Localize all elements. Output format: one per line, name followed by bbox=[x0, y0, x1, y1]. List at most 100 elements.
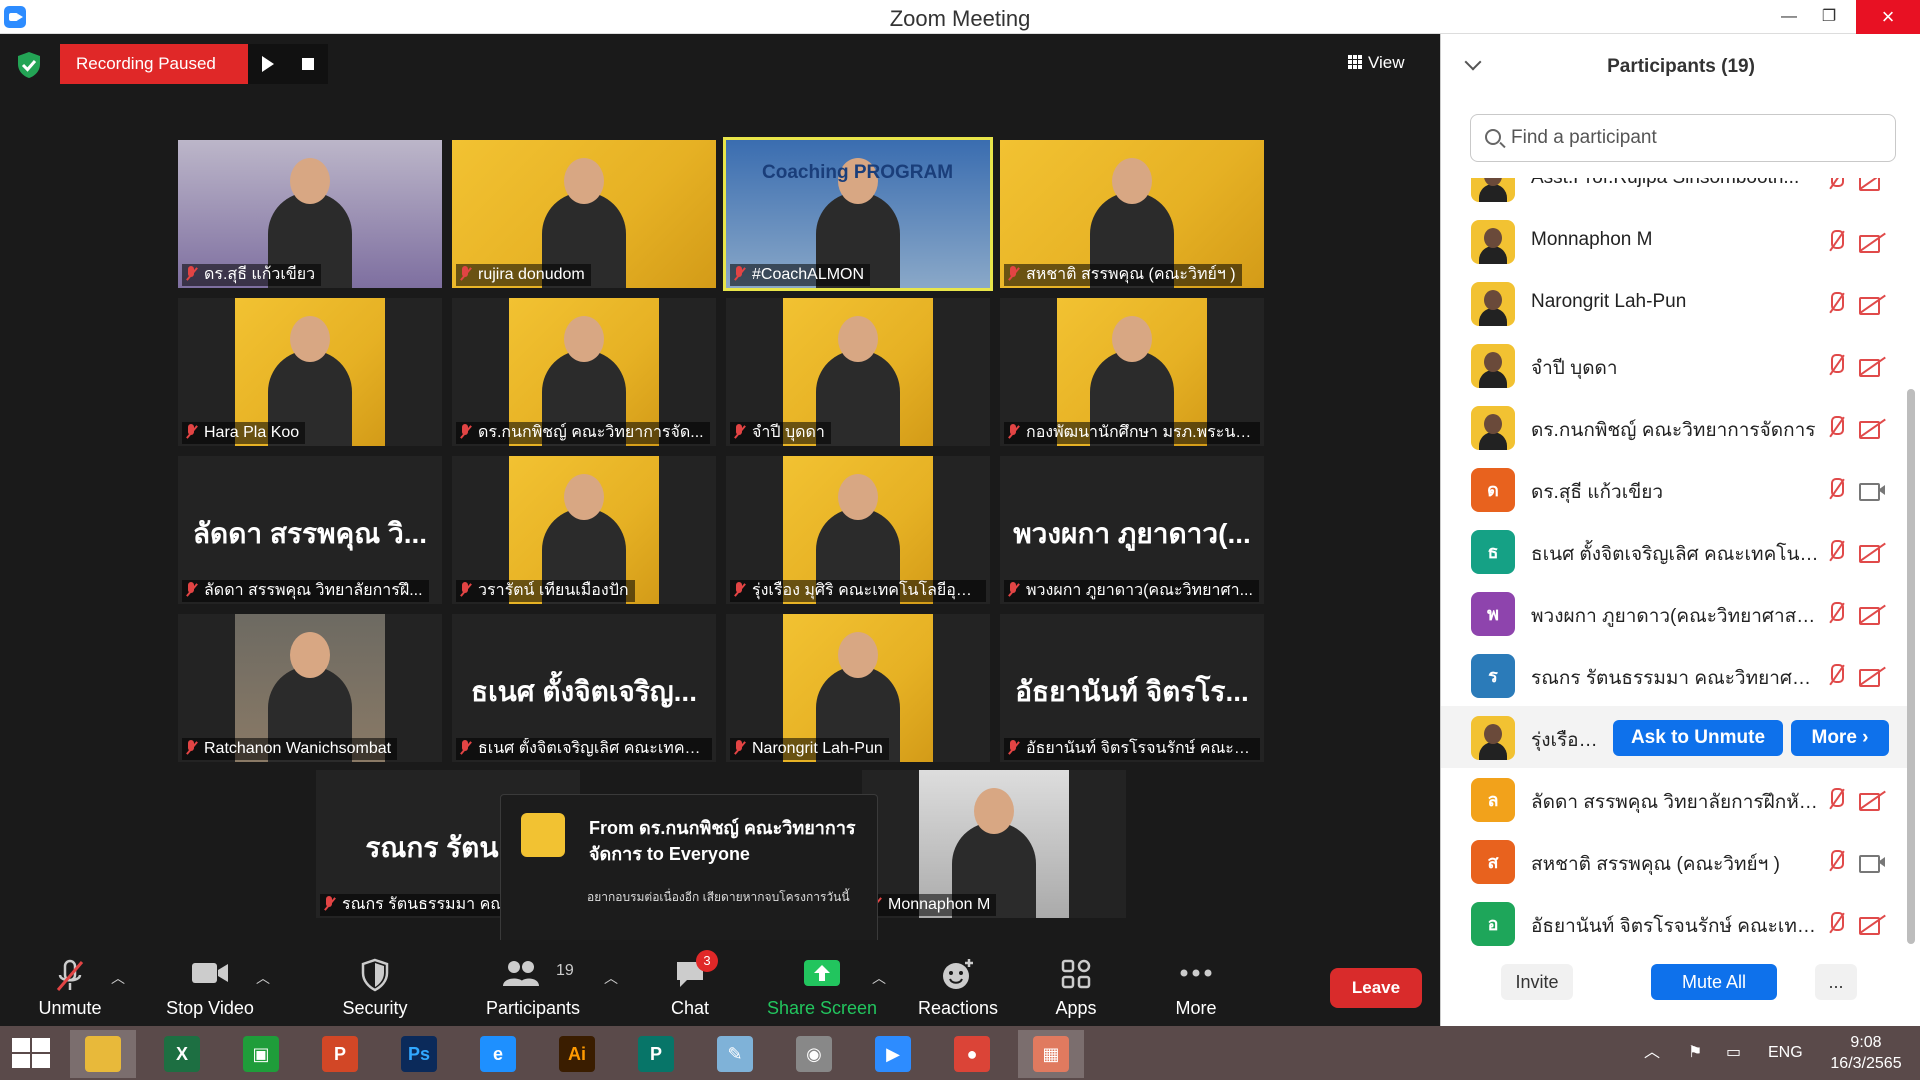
display-icon[interactable]: ▭ bbox=[1726, 1026, 1741, 1080]
tile-name-label: รณกร รัตนธรรมมา คณ bbox=[320, 894, 512, 916]
internet-explorer-glyph: e bbox=[480, 1036, 516, 1072]
video-off-icon bbox=[1859, 666, 1885, 687]
taskbar-internet-explorer-icon[interactable]: e bbox=[465, 1030, 531, 1078]
view-button[interactable]: View bbox=[1348, 48, 1428, 78]
participants-options-caret[interactable]: ︿ bbox=[604, 968, 618, 988]
apps-button[interactable]: Apps bbox=[1036, 940, 1116, 1026]
sender-avatar bbox=[521, 813, 565, 857]
resume-recording-button[interactable] bbox=[248, 44, 288, 84]
participant-list[interactable]: Asst.Prof.Rujipa Sinsombooth... Monnaphon… bbox=[1441, 178, 1907, 978]
participant-row[interactable]: ดร.กนกพิชญ์ คณะวิทยาการจัดการ bbox=[1441, 396, 1907, 458]
video-tile[interactable]: ธเนศ ตั้งจิตเจริญ... ธเนศ ตั้งจิตเจริญเลิ… bbox=[452, 614, 716, 762]
reactions-button[interactable]: Reactions bbox=[910, 940, 1006, 1026]
video-tile[interactable]: รุ่งเรือง มุศิริ คณะเทคโนโลยีอุตส... bbox=[726, 456, 990, 604]
participant-row[interactable]: อ อัธยานันท์ จิตรโรจนรักษ์ คณะเทคโนโ... bbox=[1441, 892, 1907, 954]
participant-row[interactable]: รุ่งเรือง ... Ask to UnmuteMore › bbox=[1441, 706, 1907, 768]
audio-options-caret[interactable]: ︿ bbox=[111, 968, 125, 988]
taskbar-chrome-icon[interactable]: ● bbox=[939, 1030, 1005, 1078]
ask-to-unmute-button[interactable]: Ask to Unmute bbox=[1613, 720, 1783, 756]
more-button[interactable]: More bbox=[1156, 940, 1236, 1026]
video-tile[interactable]: Narongrit Lah-Pun bbox=[726, 614, 990, 762]
participant-more-button[interactable]: More › bbox=[1791, 720, 1889, 756]
muted-mic-icon bbox=[1008, 266, 1018, 282]
muted-mic-icon bbox=[1825, 602, 1847, 626]
chat-message: อยากอบรมต่อเนื่องอีก เสียดายหากจบโครงการ… bbox=[587, 890, 850, 904]
participant-row[interactable]: จำปี บุดดา bbox=[1441, 334, 1907, 396]
taskbar-photoshop-icon[interactable]: Ps bbox=[386, 1030, 452, 1078]
chat-notification[interactable]: From ดร.กนกพิชญ์ คณะวิทยาการจัดการ to Ev… bbox=[500, 794, 878, 965]
network-icon[interactable]: ⚑ bbox=[1688, 1026, 1702, 1080]
restore-button[interactable]: ❐ bbox=[1806, 0, 1852, 34]
video-tile[interactable]: จำปี บุดดา bbox=[726, 298, 990, 446]
stop-video-button[interactable]: Stop Video bbox=[160, 940, 260, 1026]
video-tile[interactable]: วรารัตน์ เทียนเมืองปัก bbox=[452, 456, 716, 604]
video-options-caret[interactable]: ︿ bbox=[256, 968, 270, 988]
windows-start-icon[interactable] bbox=[12, 1038, 52, 1070]
video-tile[interactable]: ดร.กนกพิชญ์ คณะวิทยาการจัด... bbox=[452, 298, 716, 446]
participant-row[interactable]: ล ลัดดา สรรพคุณ วิทยาลัยการฝึกหัดครู bbox=[1441, 768, 1907, 830]
mute-all-button[interactable]: Mute All bbox=[1651, 964, 1777, 1000]
video-tile[interactable]: พวงผกา ภูยาดาว(... พวงผกา ภูยาดาว(คณะวิทย… bbox=[1000, 456, 1264, 604]
video-tile[interactable]: Monnaphon M bbox=[862, 770, 1126, 918]
meeting-toolbar: Unmute ︿ Stop Video ︿ Security 19 Partic… bbox=[0, 940, 1440, 1026]
show-hidden-icons-icon[interactable]: ︿ bbox=[1644, 1026, 1660, 1080]
taskbar-excel-icon[interactable]: X bbox=[149, 1030, 215, 1078]
video-tile[interactable]: ลัดดา สรรพคุณ วิ... ลัดดา สรรพคุณ วิทยาลั… bbox=[178, 456, 442, 604]
chrome-glyph: ● bbox=[954, 1036, 990, 1072]
video-tile[interactable]: กองพัฒนานักศึกษา มรภ.พระนคร bbox=[1000, 298, 1264, 446]
tile-name-label: รุ่งเรือง มุศิริ คณะเทคโนโลยีอุตส... bbox=[730, 580, 986, 602]
participant-row[interactable]: ส สหชาติ สรรพคุณ (คณะวิทย์ฯ ) bbox=[1441, 830, 1907, 892]
taskbar-photoscape-icon[interactable]: ◉ bbox=[781, 1030, 847, 1078]
leave-button[interactable]: Leave bbox=[1330, 968, 1422, 1008]
security-shield-icon bbox=[361, 958, 389, 992]
security-button[interactable]: Security bbox=[330, 940, 420, 1026]
share-screen-button[interactable]: Share Screen bbox=[762, 940, 882, 1026]
invite-button[interactable]: Invite bbox=[1501, 964, 1573, 1000]
close-button[interactable]: × bbox=[1856, 0, 1920, 34]
unmute-button[interactable]: Unmute bbox=[28, 940, 112, 1026]
taskbar-notepad-icon[interactable]: ✎ bbox=[702, 1030, 768, 1078]
participant-row[interactable]: Asst.Prof.Rujipa Sinsombooth... bbox=[1441, 178, 1907, 210]
file-explorer-glyph bbox=[85, 1036, 121, 1072]
participant-row[interactable]: ร รณกร รัตนธรรมมา คณะวิทยาศาสตร์ฯ bbox=[1441, 644, 1907, 706]
taskbar-file-explorer-icon[interactable] bbox=[70, 1030, 136, 1078]
participant-name: Asst.Prof.Rujipa Sinsombooth... bbox=[1531, 178, 1821, 189]
taskbar-photos-icon[interactable]: ▦ bbox=[1018, 1030, 1084, 1078]
tile-name: วรารัตน์ เทียนเมืองปัก bbox=[478, 582, 629, 599]
language-indicator[interactable]: ENG bbox=[1768, 1026, 1803, 1080]
video-off-icon bbox=[1859, 604, 1885, 625]
taskbar-publisher-icon[interactable]: P bbox=[623, 1030, 689, 1078]
participant-search[interactable] bbox=[1470, 114, 1896, 162]
store-glyph: ▣ bbox=[243, 1036, 279, 1072]
panel-more-button[interactable]: ... bbox=[1815, 964, 1857, 1000]
video-tile[interactable]: Coaching PROGRAM #CoachALMON bbox=[723, 137, 993, 291]
search-input[interactable] bbox=[1511, 123, 1881, 153]
video-tile[interactable]: สหชาติ สรรพคุณ (คณะวิทย์ฯ ) bbox=[1000, 140, 1264, 288]
participant-row[interactable]: ด ดร.สุธี แก้วเขียว bbox=[1441, 458, 1907, 520]
video-tile[interactable]: Ratchanon Wanichsombat bbox=[178, 614, 442, 762]
participant-row[interactable]: Monnaphon M bbox=[1441, 210, 1907, 272]
system-clock[interactable]: 9:08 16/3/2565 bbox=[1822, 1032, 1910, 1074]
stop-recording-button[interactable] bbox=[288, 44, 328, 84]
video-off-icon bbox=[1859, 232, 1885, 253]
more-label: More bbox=[1175, 998, 1217, 1018]
taskbar-store-icon[interactable]: ▣ bbox=[228, 1030, 294, 1078]
video-tile[interactable]: อัธยานันท์ จิตรโร... อัธยานันท์ จิตรโรจนร… bbox=[1000, 614, 1264, 762]
participant-row[interactable]: พ พวงผกา ภูยาดาว(คณะวิทยาศาสตร์) bbox=[1441, 582, 1907, 644]
participant-row[interactable]: ธ ธเนศ ตั้งจิตเจริญเลิศ คณะเทคโนโลยีอุ... bbox=[1441, 520, 1907, 582]
taskbar-zoom-icon[interactable]: ▶ bbox=[860, 1030, 926, 1078]
encryption-shield-icon[interactable] bbox=[14, 50, 44, 80]
taskbar-illustrator-icon[interactable]: Ai bbox=[544, 1030, 610, 1078]
video-off-icon bbox=[1859, 418, 1885, 439]
participants-button[interactable]: 19 Participants bbox=[478, 940, 588, 1026]
participant-row[interactable]: Narongrit Lah-Pun bbox=[1441, 272, 1907, 334]
taskbar-powerpoint-icon[interactable]: P bbox=[307, 1030, 373, 1078]
chat-button[interactable]: Chat bbox=[650, 940, 730, 1026]
tile-name-label: rujira donudom bbox=[456, 264, 591, 286]
video-tile[interactable]: rujira donudom bbox=[452, 140, 716, 288]
video-tile[interactable]: Hara Pla Koo bbox=[178, 298, 442, 446]
share-options-caret[interactable]: ︿ bbox=[872, 968, 886, 988]
muted-mic-icon bbox=[1825, 912, 1847, 936]
video-tile[interactable]: ดร.สุธี แก้วเขียว bbox=[178, 140, 442, 288]
list-scrollbar[interactable] bbox=[1907, 389, 1915, 944]
